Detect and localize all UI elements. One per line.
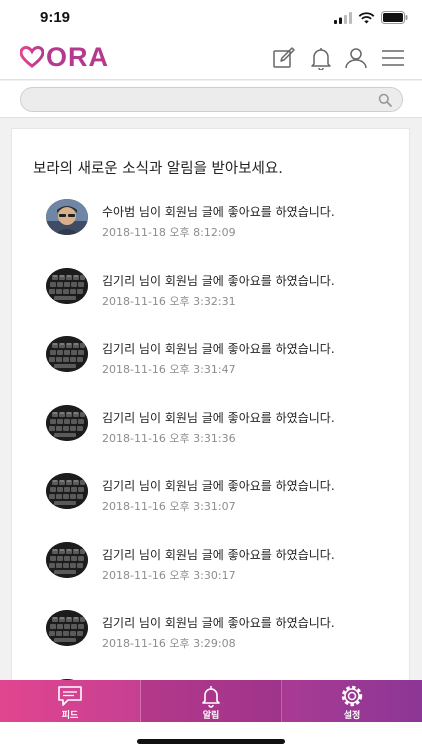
tab-settings-label: 설정 bbox=[343, 711, 361, 721]
avatar[interactable] bbox=[46, 336, 88, 372]
status-time: 9:19 bbox=[40, 9, 71, 26]
logo-text: ORA bbox=[46, 41, 109, 72]
avatar[interactable] bbox=[46, 610, 88, 646]
search-input[interactable] bbox=[20, 87, 403, 112]
wifi-icon bbox=[358, 11, 375, 23]
signal-icon bbox=[334, 11, 352, 24]
tab-notifications[interactable]: 알림 bbox=[141, 680, 282, 722]
keyboard-avatar-icon bbox=[46, 404, 88, 441]
home-indicator-area bbox=[0, 722, 422, 750]
chat-icon bbox=[58, 686, 82, 706]
bell-icon bbox=[202, 686, 220, 708]
notifications-title: 보라의 새로운 소식과 알림을 받아보세요. bbox=[33, 161, 283, 177]
search-bar bbox=[0, 81, 422, 118]
notification-text: 김기리 님이 회원님 글에 좋아요를 하였습니다. bbox=[102, 410, 335, 425]
notification-text: 김기리 님이 회원님 글에 좋아요를 하였습니다. bbox=[102, 273, 335, 288]
notification-time: 2018-11-16 오후 3:31:07 bbox=[102, 500, 236, 513]
avatar[interactable] bbox=[46, 199, 88, 235]
notification-time: 2018-11-16 오후 3:29:08 bbox=[102, 637, 236, 650]
notification-item[interactable]: 수아범 님이 회원님 글에 좋아요를 하였습니다. 2018-11-18 오후 8… bbox=[12, 199, 409, 268]
avatar[interactable] bbox=[46, 473, 88, 509]
notifications-card: 보라의 새로운 소식과 알림을 받아보세요. 수아범 님이 회원님 글에 좋아요… bbox=[11, 128, 410, 688]
user-icon[interactable] bbox=[344, 46, 368, 70]
battery-icon bbox=[381, 11, 408, 24]
notification-time: 2018-11-16 오후 3:31:47 bbox=[102, 363, 236, 376]
notification-item[interactable]: 김기리 님이 회원님 글에 좋아요를 하였습니다. 2018-11-16 오후 3… bbox=[12, 541, 409, 611]
keyboard-avatar-icon bbox=[46, 541, 88, 578]
notification-text: 김기리 님이 회원님 글에 좋아요를 하였습니다. bbox=[102, 479, 335, 493]
user-photo-avatar bbox=[46, 199, 88, 235]
notification-text: 김기리 님이 회원님 글에 좋아요를 하였습니다. bbox=[102, 342, 335, 356]
search-icon[interactable] bbox=[378, 93, 392, 107]
bora-logo[interactable]: ORA bbox=[20, 42, 109, 72]
notification-item[interactable]: 김기리 님이 회원님 글에 좋아요를 하였습니다. 2018-11-16 오후 3… bbox=[12, 267, 409, 337]
notification-time: 2018-11-18 오후 8:12:09 bbox=[102, 226, 236, 239]
compose-icon[interactable] bbox=[272, 46, 296, 70]
notification-item[interactable]: 김기리 님이 회원님 글에 좋아요를 하였습니다. 2018-11-16 오후 3… bbox=[12, 473, 409, 542]
notification-text: 김기리 님이 회원님 글에 좋아요를 하였습니다. bbox=[102, 616, 335, 630]
status-icons bbox=[334, 11, 408, 24]
keyboard-avatar-icon bbox=[46, 267, 88, 304]
avatar[interactable] bbox=[46, 404, 88, 441]
keyboard-avatar-icon bbox=[46, 610, 88, 646]
keyboard-avatar-icon bbox=[46, 473, 88, 509]
bell-icon[interactable] bbox=[309, 46, 333, 70]
tab-settings[interactable]: 설정 bbox=[282, 680, 422, 722]
notification-list: 수아범 님이 회원님 글에 좋아요를 하였습니다. 2018-11-18 오후 8… bbox=[12, 199, 409, 687]
tab-notifications-label: 알림 bbox=[202, 711, 220, 721]
notification-item[interactable]: 김기리 님이 회원님 글에 좋아요를 하였습니다. 2018-11-16 오후 3… bbox=[12, 336, 409, 405]
avatar[interactable] bbox=[46, 541, 88, 578]
gear-icon bbox=[341, 685, 363, 707]
menu-icon[interactable] bbox=[381, 46, 405, 70]
app-header: ORA bbox=[0, 36, 422, 80]
notification-text: 수아범 님이 회원님 글에 좋아요를 하였습니다. bbox=[102, 205, 335, 219]
notification-item[interactable]: 김기리 님이 회원님 글에 좋아요를 하였습니다. 2018-11-16 오후 3… bbox=[12, 404, 409, 474]
notification-time: 2018-11-16 오후 3:32:31 bbox=[102, 294, 236, 308]
notification-time: 2018-11-16 오후 3:31:36 bbox=[102, 431, 236, 445]
tab-feed[interactable]: 피드 bbox=[0, 680, 141, 722]
tab-feed-label: 피드 bbox=[61, 711, 79, 721]
status-bar: 9:19 bbox=[0, 0, 422, 36]
notification-time: 2018-11-16 오후 3:30:17 bbox=[102, 568, 236, 582]
avatar[interactable] bbox=[46, 267, 88, 304]
logo-heart-icon bbox=[20, 46, 44, 68]
keyboard-avatar-icon bbox=[46, 336, 88, 372]
bottom-tab-bar: 피드 알림 설정 bbox=[0, 680, 422, 722]
home-indicator[interactable] bbox=[137, 739, 285, 744]
notification-text: 김기리 님이 회원님 글에 좋아요를 하였습니다. bbox=[102, 547, 335, 562]
notification-item[interactable]: 김기리 님이 회원님 글에 좋아요를 하였습니다. 2018-11-16 오후 3… bbox=[12, 610, 409, 679]
